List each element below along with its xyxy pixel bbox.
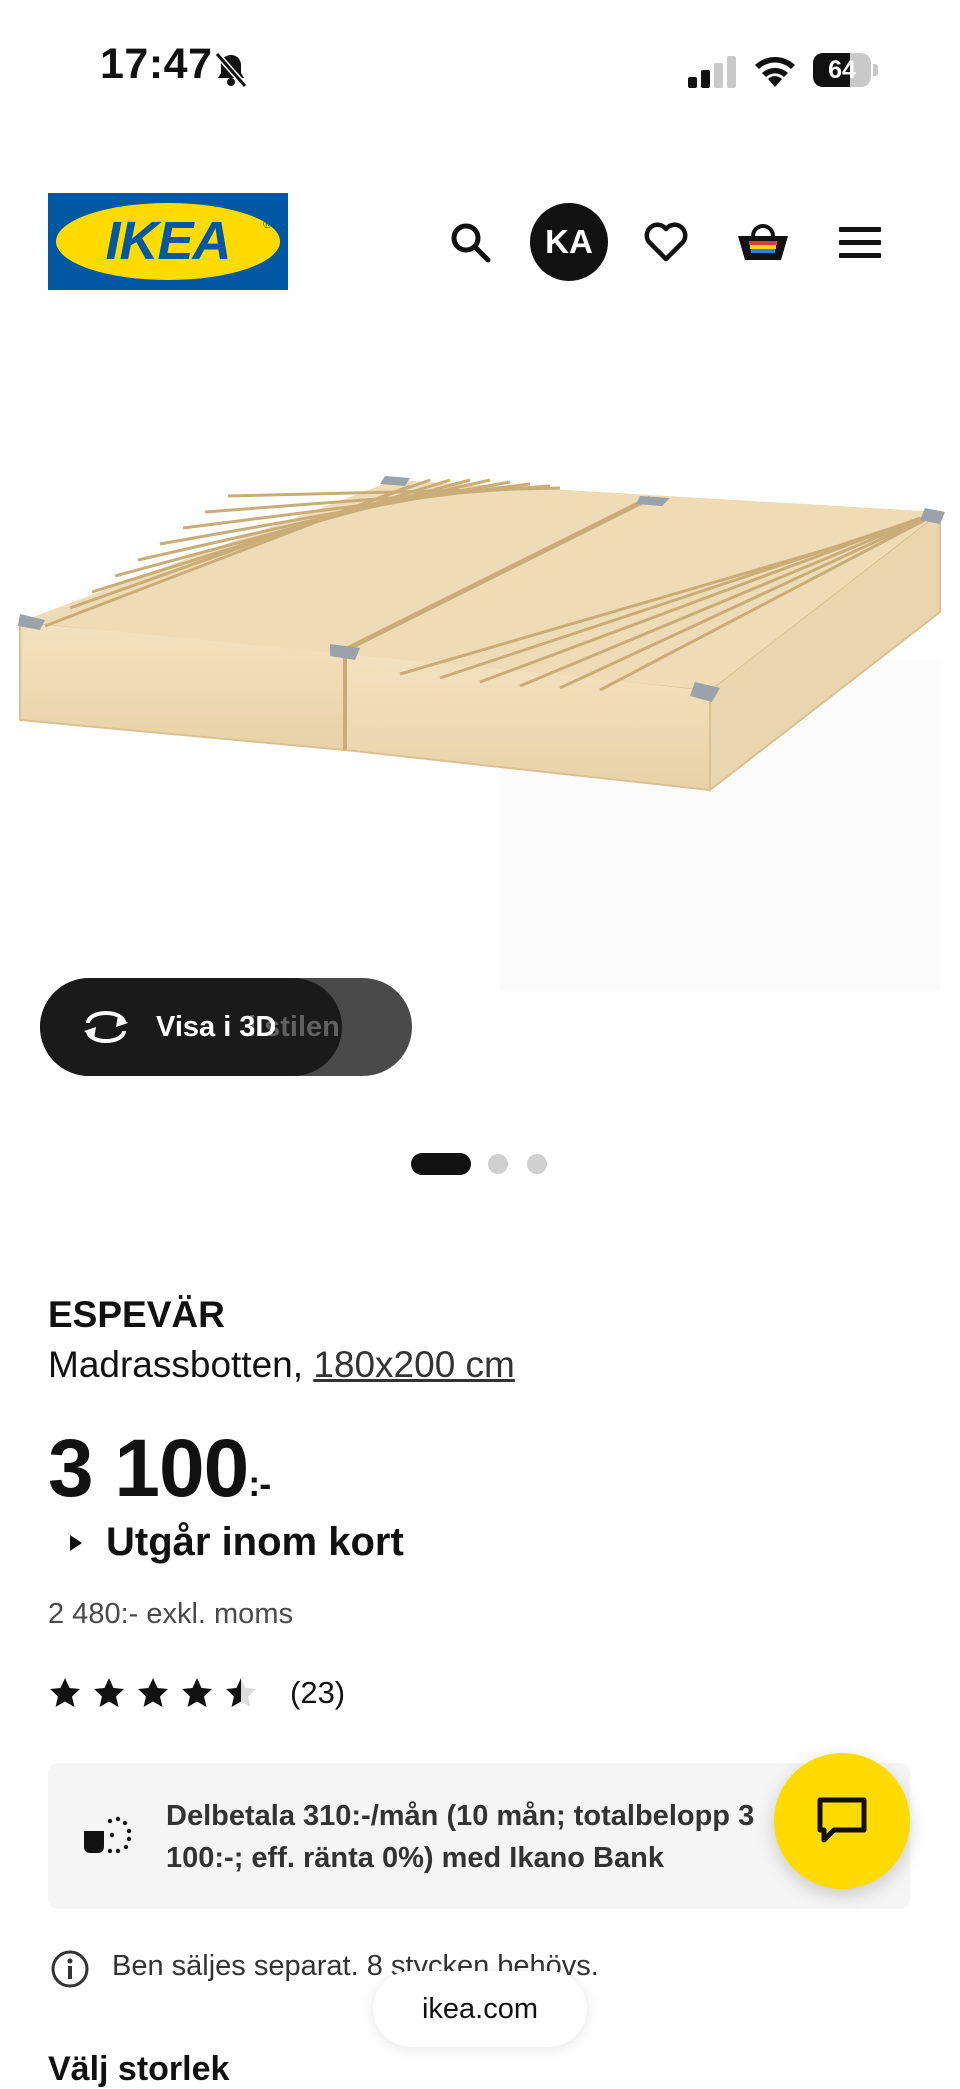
wifi-icon	[755, 57, 795, 87]
rotate-3d-icon	[84, 1011, 128, 1043]
product-description: Madrassbotten, 180x200 cm	[48, 1344, 515, 1386]
carousel-dot[interactable]	[527, 1154, 547, 1174]
caret-right-icon	[70, 1534, 82, 1551]
logo-text: IKEA	[105, 211, 231, 271]
bell-slash-icon	[214, 52, 248, 88]
product-image[interactable]	[0, 330, 960, 990]
star-icon	[182, 1678, 212, 1707]
size-link[interactable]: 180x200 cm	[313, 1344, 515, 1385]
price-excl-vat: 2 480:- exkl. moms	[48, 1598, 293, 1630]
rating-count: (23)	[290, 1675, 346, 1710]
star-icon	[138, 1678, 168, 1707]
star-half-icon	[226, 1678, 256, 1707]
price-suffix: :-	[248, 1463, 271, 1504]
product-type: Madrassbotten,	[48, 1344, 314, 1385]
availability-toggle[interactable]: Utgår inom kort	[70, 1520, 404, 1565]
battery-icon: 64	[813, 53, 879, 87]
menu-icon	[839, 227, 881, 258]
search-icon	[451, 223, 491, 263]
ikea-logo[interactable]: IKEA ®	[48, 193, 288, 290]
view-in-3d-label: Visa i 3D	[156, 1011, 277, 1043]
heart-icon	[644, 222, 688, 262]
product-name: ESPEVÄR	[48, 1294, 225, 1335]
rating[interactable]: (23)	[48, 1675, 345, 1711]
menu-button[interactable]	[825, 207, 895, 277]
favorites-button[interactable]	[631, 207, 701, 277]
avatar[interactable]: KA	[530, 203, 608, 281]
carousel-dot[interactable]	[488, 1154, 508, 1174]
browser-url-pill[interactable]: ikea.com	[373, 1971, 587, 2047]
battery-level: 64	[828, 56, 856, 84]
price-main: 3 100	[48, 1423, 249, 1514]
choose-size-heading: Välj storlek	[48, 2050, 230, 2088]
installment-text: Delbetala 310:-/mån (10 mån; totalbelopp…	[166, 1800, 755, 1874]
info-icon	[51, 1950, 89, 1988]
view-in-3d-button[interactable]: i stilen Visa i 3D	[40, 978, 412, 1076]
chat-icon	[817, 1797, 867, 1843]
status-time: 17:47	[100, 40, 213, 88]
star-icon	[50, 1678, 80, 1707]
price: 3 100:-	[48, 1422, 271, 1516]
availability-text: Utgår inom kort	[106, 1520, 404, 1564]
chat-button[interactable]	[774, 1753, 910, 1889]
star-icon	[94, 1678, 124, 1707]
carousel-dot-active[interactable]	[411, 1153, 471, 1175]
cart-button[interactable]	[728, 207, 798, 277]
search-button[interactable]	[435, 207, 505, 277]
cart-icon	[738, 224, 788, 260]
payment-icon	[84, 1816, 132, 1854]
cellular-signal-icon	[688, 56, 736, 88]
